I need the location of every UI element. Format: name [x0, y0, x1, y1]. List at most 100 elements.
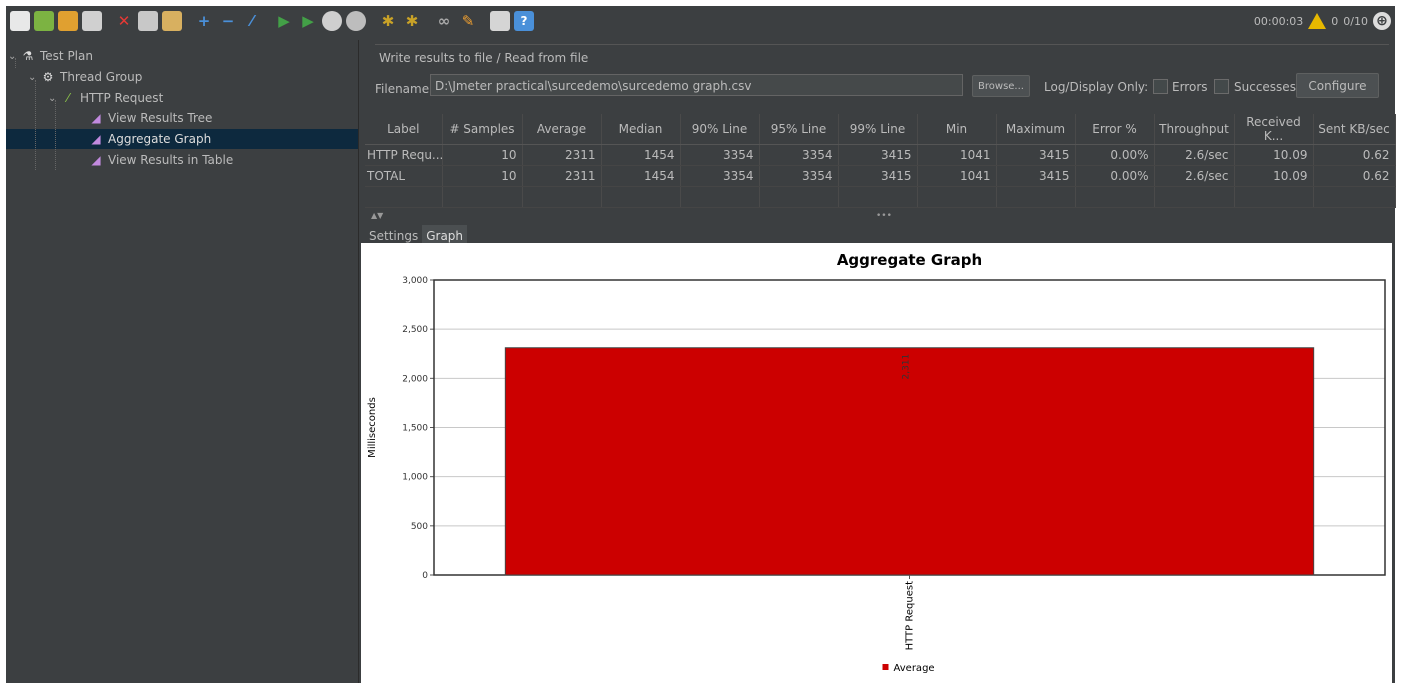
- y-tick-label: 3,000: [402, 276, 428, 286]
- chart-icon: ◢: [91, 132, 101, 146]
- table-cell: 2311: [522, 144, 602, 166]
- column-header[interactable]: # Samples: [442, 114, 523, 145]
- chevron-down-icon[interactable]: ⌄: [8, 51, 20, 62]
- clear-icon[interactable]: ✱: [378, 11, 398, 31]
- bar-average-http-request: [504, 347, 1315, 576]
- aggregate-chart: Aggregate Graph 0 500 1,000 1,500 2,000 2,500 3…: [367, 251, 1386, 674]
- table-header-row: Label # Samples Average Median 90% Line …: [365, 114, 1396, 145]
- copy-icon[interactable]: [138, 11, 158, 31]
- tree-node-label: Test Plan: [40, 49, 93, 63]
- new-icon[interactable]: [10, 11, 30, 31]
- column-header[interactable]: Throughput: [1154, 114, 1235, 145]
- paste-icon[interactable]: [162, 11, 182, 31]
- filename-input[interactable]: D:\Jmeter practical\surcedemo\surcedemo …: [430, 74, 963, 96]
- tree-node-aggregate-graph[interactable]: ◢ Aggregate Graph: [88, 129, 211, 149]
- table-cell: 10: [442, 144, 523, 166]
- tree-node-test-plan[interactable]: ⌄ ⚗ Test Plan: [8, 46, 93, 66]
- expand-icon[interactable]: +: [194, 11, 214, 31]
- table-row[interactable]: TOTAL 10 2311 1454 3354 3354 3415 1041 3…: [365, 165, 1396, 187]
- graph-area: Aggregate Graph 0 500 1,000 1,500 2,000 2,500 3…: [361, 243, 1392, 683]
- test-plan-tree: ⌄ ⚗ Test Plan ⌄ ⚙ Thread Group ⌄ ⁄ HTTP …: [6, 40, 358, 683]
- open-icon[interactable]: [58, 11, 78, 31]
- clear-all-icon[interactable]: ✱: [402, 11, 422, 31]
- column-header[interactable]: Average: [522, 114, 602, 145]
- save-icon[interactable]: [82, 11, 102, 31]
- table-cell: 3415: [996, 144, 1076, 166]
- section-divider: [375, 44, 1389, 45]
- help-icon[interactable]: ?: [514, 11, 534, 31]
- gear-icon: ⚙: [42, 70, 54, 84]
- collapse-arrows-icon[interactable]: ▲▼: [371, 211, 383, 220]
- filename-label: Filename: [375, 82, 430, 96]
- column-header[interactable]: Sent KB/sec: [1313, 114, 1396, 145]
- collapse-icon[interactable]: −: [218, 11, 238, 31]
- tree-node-view-results-tree[interactable]: ◢ View Results Tree: [88, 108, 212, 128]
- cut-icon[interactable]: ✕: [114, 11, 134, 31]
- table-cell: 0.62: [1313, 144, 1396, 166]
- templates-icon[interactable]: [34, 11, 54, 31]
- successes-label: Successes: [1234, 80, 1296, 94]
- y-tick-label: 2,000: [402, 374, 428, 384]
- tree-node-thread-group[interactable]: ⌄ ⚙ Thread Group: [28, 67, 142, 87]
- chart-icon: ◢: [91, 153, 101, 167]
- table-cell: 1454: [601, 144, 681, 166]
- table-row[interactable]: HTTP Requ... 10 2311 1454 3354 3354 3415…: [365, 144, 1396, 166]
- table-empty-row: [365, 186, 1396, 208]
- table-cell: 3354: [680, 144, 760, 166]
- column-header[interactable]: Maximum: [996, 114, 1076, 145]
- legend-label: Average: [894, 663, 935, 674]
- warning-count: 0: [1331, 14, 1339, 28]
- table-cell: 3415: [838, 165, 918, 187]
- toggle-icon[interactable]: ⁄: [242, 11, 262, 31]
- y-tick-label: 1,000: [402, 473, 428, 483]
- y-tick-label: 2,500: [402, 325, 428, 335]
- column-header[interactable]: 95% Line: [759, 114, 839, 145]
- tree-node-http-request[interactable]: ⌄ ⁄ HTTP Request: [48, 88, 163, 108]
- table-cell: 0.62: [1313, 165, 1396, 187]
- column-header[interactable]: Received K...: [1234, 114, 1314, 145]
- pipette-icon: ⁄: [66, 91, 69, 105]
- table-cell: 2.6/sec: [1154, 165, 1235, 187]
- column-header[interactable]: 99% Line: [838, 114, 918, 145]
- table-cell: 1041: [917, 144, 997, 166]
- data-label: 2,311: [902, 354, 912, 380]
- elapsed-time: 00:00:03: [1253, 14, 1304, 28]
- chart-title: Aggregate Graph: [837, 251, 982, 269]
- browse-button[interactable]: Browse...: [972, 75, 1030, 97]
- reset-search-icon[interactable]: ✎: [458, 11, 478, 31]
- start-icon[interactable]: ▶: [274, 11, 294, 31]
- tree-node-label: Thread Group: [60, 70, 143, 84]
- chevron-down-icon[interactable]: ⌄: [28, 72, 40, 83]
- y-tick-label: 0: [422, 571, 428, 581]
- column-header[interactable]: Median: [601, 114, 681, 145]
- tree-node-view-results-in-table[interactable]: ◢ View Results in Table: [88, 150, 233, 170]
- column-header[interactable]: Error %: [1075, 114, 1155, 145]
- table-cell: 3415: [996, 165, 1076, 187]
- stop-icon[interactable]: [322, 11, 342, 31]
- column-header[interactable]: Label: [365, 114, 443, 145]
- y-tick-label: 500: [411, 522, 428, 532]
- resize-dots-icon[interactable]: •••: [876, 211, 892, 221]
- configure-button[interactable]: Configure: [1296, 73, 1379, 98]
- column-header[interactable]: Min: [917, 114, 997, 145]
- shutdown-icon[interactable]: [346, 11, 366, 31]
- start-no-pause-icon[interactable]: ▶: [298, 11, 318, 31]
- tree-node-label: View Results Tree: [108, 111, 213, 125]
- successes-checkbox[interactable]: [1214, 79, 1229, 94]
- errors-checkbox[interactable]: [1153, 79, 1168, 94]
- y-axis-label: Milliseconds: [367, 397, 378, 458]
- legend-swatch: [882, 664, 889, 670]
- flask-icon: ⚗: [22, 49, 34, 63]
- table-cell: 3354: [759, 165, 839, 187]
- errors-label: Errors: [1172, 80, 1208, 94]
- table-cell: 10.09: [1234, 165, 1314, 187]
- tree-node-label: HTTP Request: [80, 91, 164, 105]
- remote-icon[interactable]: ⊕: [1373, 12, 1391, 30]
- function-helper-icon[interactable]: [490, 11, 510, 31]
- chevron-down-icon[interactable]: ⌄: [48, 93, 60, 104]
- thread-count: 0/10: [1343, 14, 1368, 28]
- search-icon[interactable]: ∞: [434, 11, 454, 31]
- chart-icon: ◢: [91, 111, 101, 125]
- warning-icon[interactable]: [1308, 13, 1327, 29]
- column-header[interactable]: 90% Line: [680, 114, 760, 145]
